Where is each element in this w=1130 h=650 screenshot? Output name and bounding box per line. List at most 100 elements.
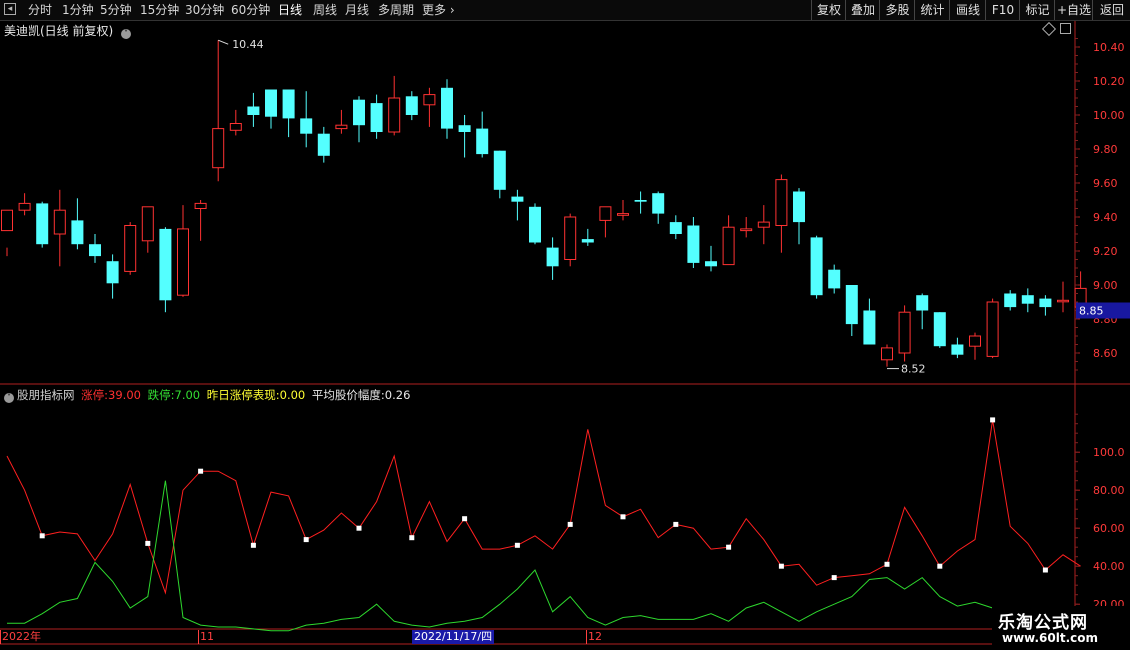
candle-body-up — [141, 206, 154, 242]
candle-body-down — [1021, 295, 1034, 304]
date-axis: 2022年 11 2022/11/17/四 12 — [0, 630, 1076, 644]
toolbar-button[interactable]: +自选 — [1054, 0, 1093, 20]
candle-body-down — [828, 269, 841, 289]
indicator-marker — [145, 540, 151, 546]
candle-body-down — [265, 89, 277, 117]
watermark-title: 乐淘公式网 — [998, 613, 1088, 633]
dt-label: 跌停: — [147, 388, 175, 402]
candle-body-down — [669, 222, 682, 234]
candle-body-down — [652, 193, 665, 214]
indicator-marker — [673, 521, 679, 527]
candle-body-up — [617, 213, 629, 216]
current-price-label: 8.85 — [1079, 305, 1104, 318]
indicator-marker — [1042, 567, 1048, 573]
period-tab[interactable]: 15分钟 — [140, 2, 179, 18]
price-tick-label: 9.00 — [1093, 279, 1118, 292]
toolbar-button[interactable]: 返回 — [1092, 0, 1130, 20]
candle-body-up — [1074, 287, 1087, 308]
candle-body-up — [194, 202, 207, 209]
candle-body-down — [951, 344, 964, 355]
date-tick — [198, 630, 199, 644]
indicator-marker — [884, 561, 890, 567]
candle-body-down — [863, 310, 876, 345]
candle-body-up — [388, 97, 401, 133]
candle-body-up — [18, 202, 31, 211]
candle-body-down — [405, 96, 418, 115]
period-tab[interactable]: 月线 — [345, 2, 369, 18]
chart-title-label: 美迪凯(日线 前复权) — [4, 24, 114, 38]
period-tab[interactable]: 更多 › — [422, 2, 455, 18]
toolbar-button[interactable]: 叠加 — [845, 0, 880, 20]
candle-body-up — [1057, 299, 1069, 303]
indicator-marker — [303, 537, 309, 543]
price-tick-label: 8.60 — [1093, 347, 1118, 360]
chevron-down-icon[interactable]: ˅ — [121, 29, 132, 39]
candle-body-down — [71, 220, 84, 245]
candle-body-up — [898, 311, 911, 354]
date-label: 2022年 — [2, 630, 41, 643]
pj-value: 0.26 — [384, 388, 411, 402]
candle-body-down — [317, 133, 330, 156]
candle-body-up — [881, 347, 893, 361]
price-tick-label: 9.20 — [1093, 245, 1118, 258]
period-tab[interactable]: 分时 — [28, 2, 52, 18]
candle-body-down — [634, 200, 647, 202]
toolbar-button[interactable]: 多股 — [879, 0, 915, 20]
dt-value: 7.00 — [174, 388, 201, 402]
candle-body-down — [1039, 298, 1052, 308]
diamond-icon[interactable] — [1041, 21, 1057, 37]
period-tab[interactable]: 1分钟 — [62, 2, 94, 18]
indicator-marker — [356, 525, 362, 531]
ind-tick-label: 80.00 — [1093, 484, 1125, 497]
kline-chart[interactable]: 10.44 8.52 10.40 10.20 10.00 9.80 9.60 9.40 9.2… — [0, 0, 1130, 650]
price-tick-label: 9.80 — [1093, 143, 1118, 156]
candle-body-down — [458, 125, 471, 132]
indicator-marker — [514, 542, 520, 548]
date-tick — [586, 630, 587, 644]
candle-body-up — [423, 94, 436, 106]
toolbar-button[interactable]: F10 — [985, 0, 1020, 20]
date-label: 2022/11/17/四 — [412, 630, 495, 644]
period-tab[interactable]: 5分钟 — [100, 2, 132, 18]
candle-body-down — [529, 206, 541, 243]
pj-label: 平均股价幅度: — [311, 388, 385, 402]
candle-body-down — [810, 237, 823, 296]
candle-body-down — [282, 89, 295, 119]
date-label: 11 — [200, 630, 214, 643]
price-tick-label: 10.20 — [1093, 75, 1125, 88]
indicator-line — [7, 480, 1081, 632]
candle-body-down — [36, 203, 49, 245]
period-tab[interactable]: 多周期 — [378, 2, 414, 18]
indicator-marker — [198, 468, 204, 474]
candle-body-up — [775, 179, 788, 227]
period-tab[interactable]: 30分钟 — [185, 2, 224, 18]
toolbar-button[interactable]: 统计 — [914, 0, 950, 20]
chart-title[interactable]: 美迪凯(日线 前复权) ˅ — [4, 22, 134, 39]
high-arrow — [218, 39, 229, 45]
period-tab[interactable]: 周线 — [313, 2, 337, 18]
candle-body-up — [1, 209, 13, 232]
date-label: 12 — [588, 630, 602, 643]
zt-value: 39.00 — [108, 388, 141, 402]
ind-tick-label: 40.00 — [1093, 560, 1125, 573]
period-tab[interactable]: 日线 — [278, 2, 302, 18]
back-icon[interactable]: ◂ — [4, 3, 16, 15]
price-tick-label: 9.40 — [1093, 211, 1118, 224]
candle-body-down — [845, 285, 858, 325]
indicator-menu-icon[interactable]: ˅ — [4, 393, 14, 403]
site-watermark: 乐淘公式网 www.60lt.com — [992, 606, 1130, 650]
expand-icon[interactable] — [1060, 23, 1071, 34]
toolbar-button[interactable]: 复权 — [811, 0, 846, 20]
indicator-marker — [567, 521, 573, 527]
low-price-label: 8.52 — [901, 363, 926, 376]
current-price-box — [1076, 302, 1130, 319]
candle-body-down — [793, 191, 805, 223]
watermark-url: www.60lt.com — [1002, 631, 1099, 645]
price-tick-label: 10.40 — [1093, 41, 1125, 54]
indicator-name[interactable]: 股朋指标网 — [17, 388, 75, 402]
toolbar-button[interactable]: 画线 — [949, 0, 986, 20]
period-tab[interactable]: 60分钟 — [231, 2, 270, 18]
toolbar-button[interactable]: 标记 — [1019, 0, 1055, 20]
candle-body-up — [124, 225, 137, 272]
zt-label: 涨停: — [81, 388, 109, 402]
